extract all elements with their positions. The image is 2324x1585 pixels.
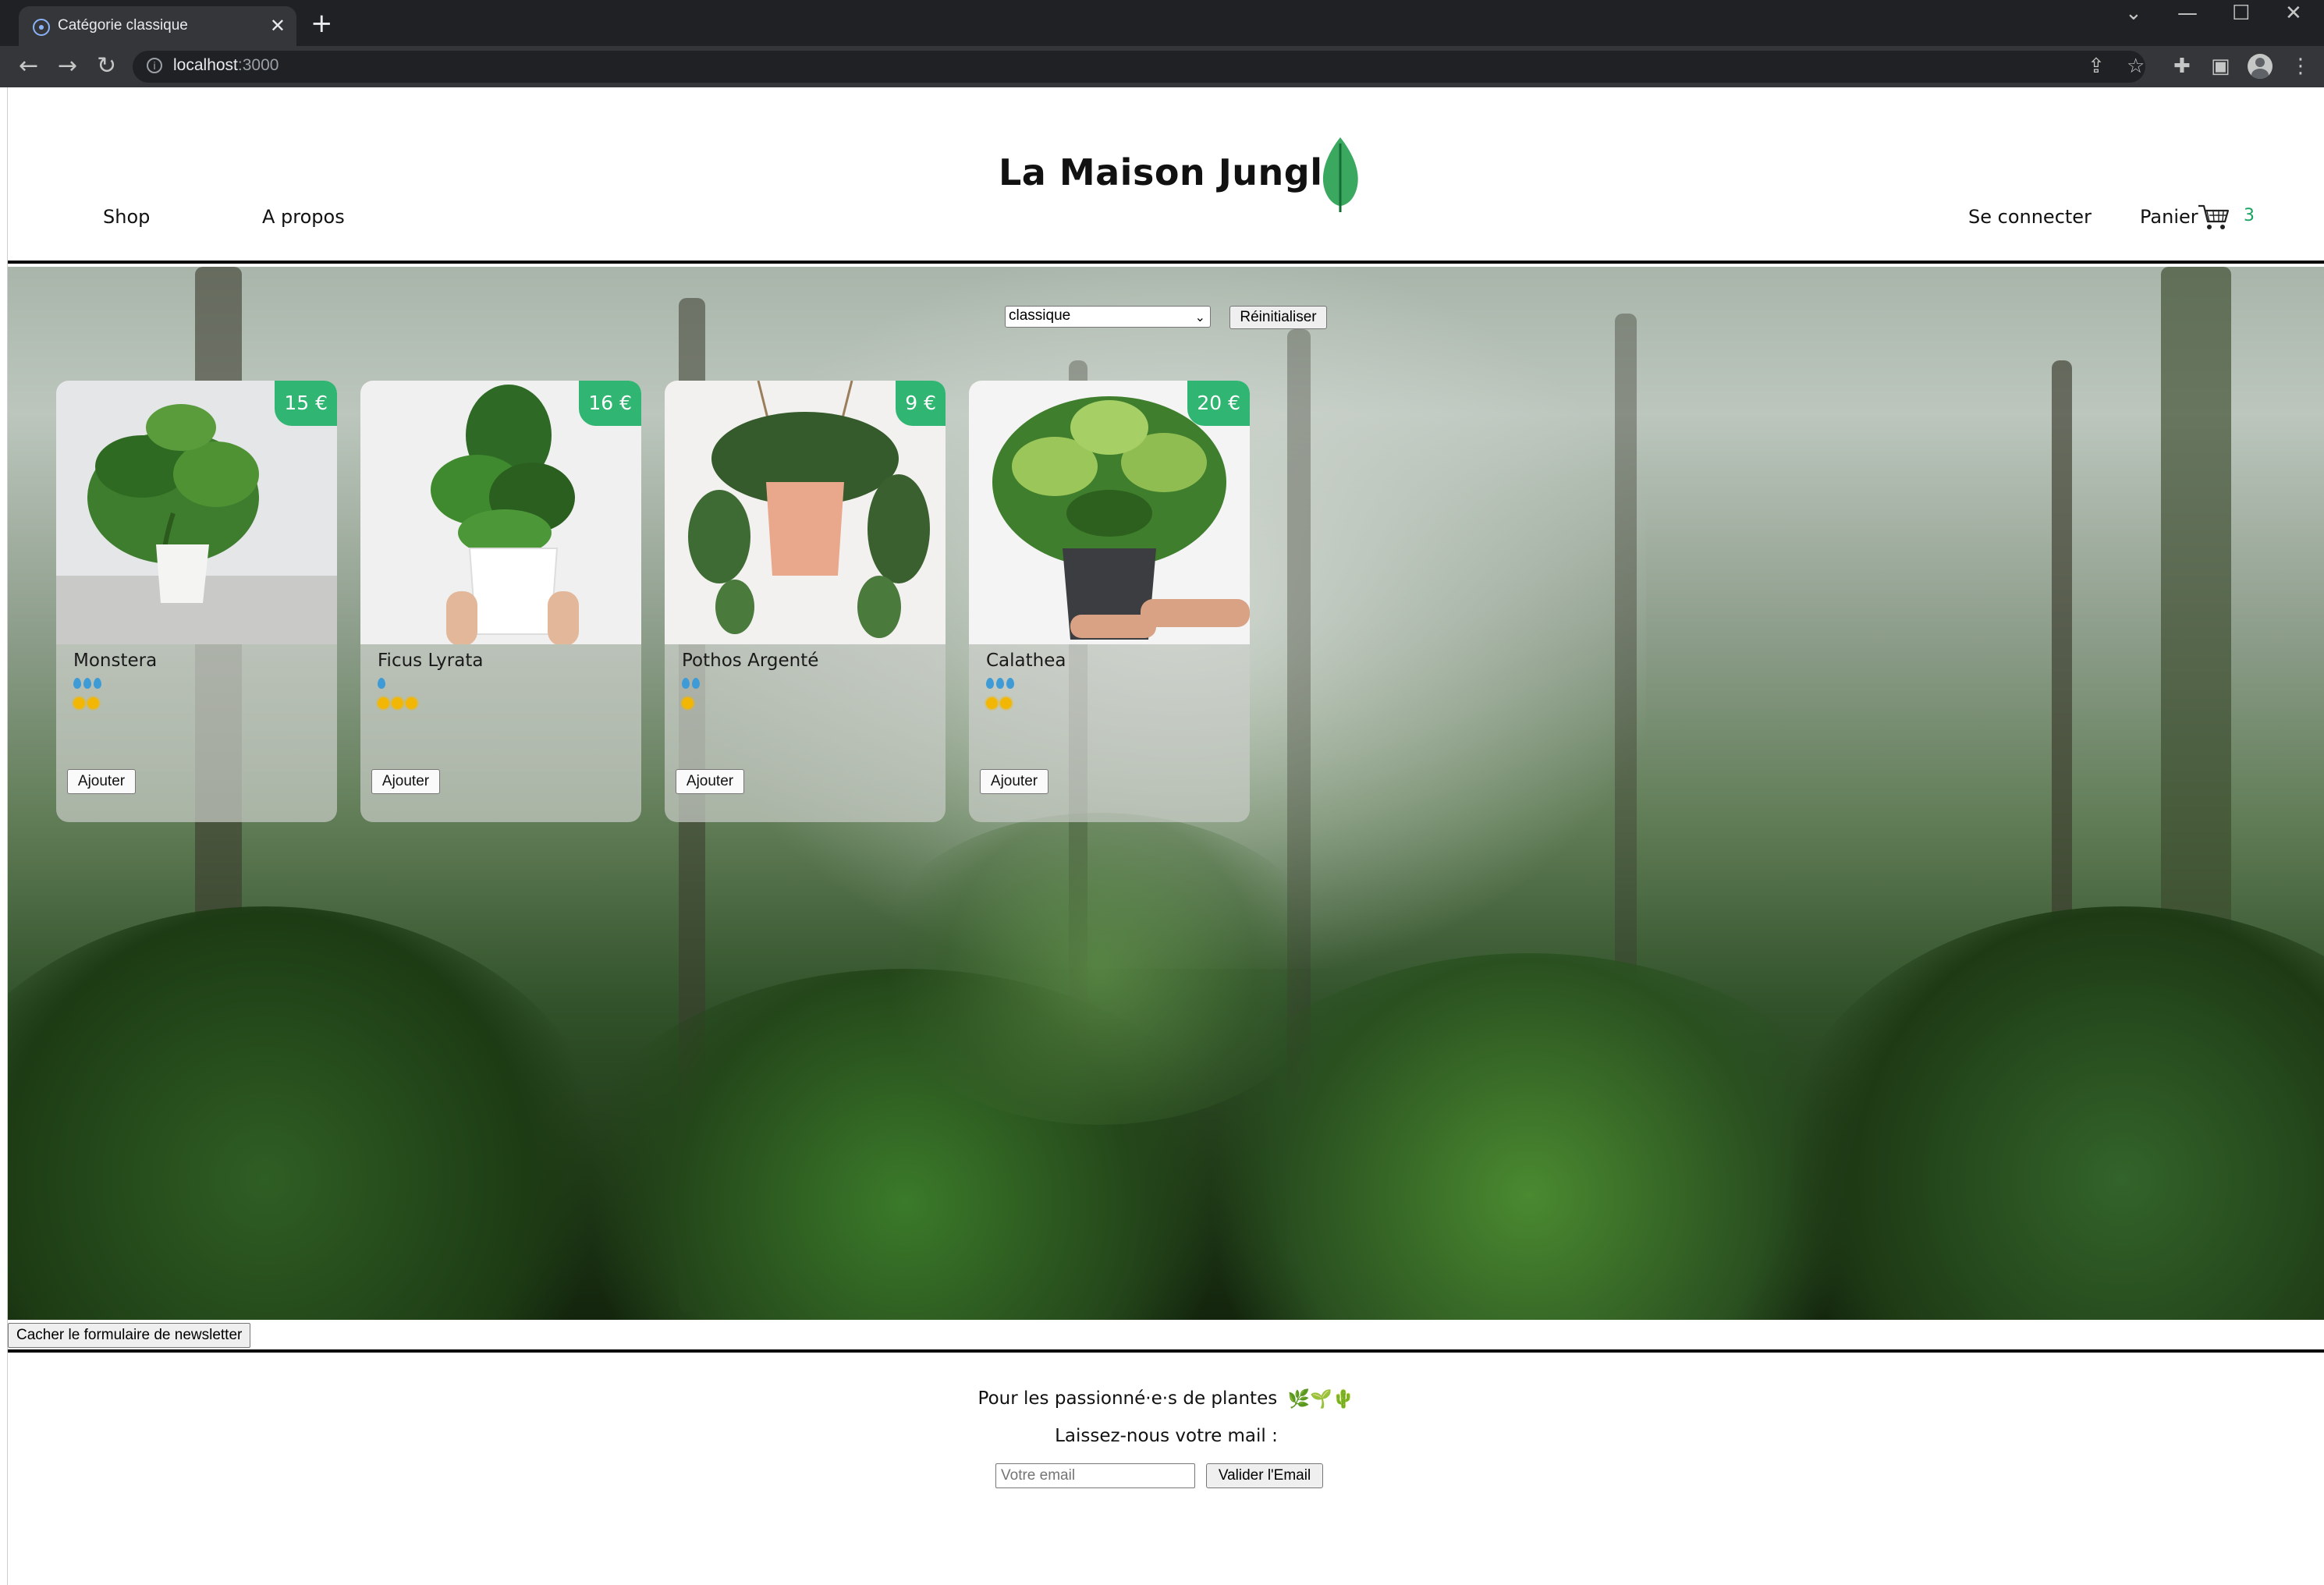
site-header: La Maison Jungle Shop A propos Se connec…	[8, 87, 2324, 264]
chevron-down-icon: ⌄	[1194, 311, 1205, 324]
light-scale	[986, 697, 1014, 714]
water-scale	[986, 677, 1017, 693]
url-text: localhost:3000	[173, 56, 279, 74]
price-badge: 20 €	[1187, 381, 1250, 426]
category-select[interactable]: classique ⌄	[1005, 306, 1211, 328]
plant-card: 9 € Pothos Argenté Ajouter	[665, 381, 946, 822]
plant-card: 15 € Monstera Ajouter	[56, 381, 337, 822]
back-icon[interactable]: ←	[19, 52, 38, 80]
cart-label[interactable]: Panier	[2140, 206, 2198, 228]
plant-name: Pothos Argenté	[682, 651, 819, 671]
add-to-cart-button[interactable]: Ajouter	[676, 769, 744, 794]
browser-toolbar: ← → ↻ i localhost:3000 ⇪ ☆ ✚ ▣ ⋮	[0, 46, 2324, 87]
jungle-background: classique ⌄ Réinitialiser 15 € Monstera …	[8, 267, 2324, 1320]
menu-kebab-icon[interactable]: ⋮	[2290, 54, 2311, 79]
page: La Maison Jungle Shop A propos Se connec…	[7, 87, 2324, 1585]
address-bar[interactable]: i localhost:3000	[133, 51, 2145, 83]
water-scale	[378, 677, 388, 693]
brand-title: La Maison Jungle	[999, 151, 1348, 193]
reset-button[interactable]: Réinitialiser	[1229, 306, 1327, 329]
add-to-cart-button[interactable]: Ajouter	[67, 769, 136, 794]
nav-shop-link[interactable]: Shop	[103, 206, 150, 228]
forward-icon[interactable]: →	[58, 52, 77, 80]
add-to-cart-button[interactable]: Ajouter	[980, 769, 1048, 794]
newsletter-title: Pour les passionné·e·s de plantes 🌿🌱🌵	[8, 1388, 2324, 1409]
extensions-icon[interactable]: ✚	[2173, 54, 2191, 79]
site-info-icon[interactable]: i	[147, 58, 162, 73]
maximize-icon[interactable]: ☐	[2232, 2, 2250, 25]
light-scale	[73, 697, 101, 714]
login-link[interactable]: Se connecter	[1968, 206, 2092, 228]
footer-divider	[8, 1349, 2324, 1353]
light-scale	[378, 697, 420, 714]
light-scale	[682, 697, 696, 714]
leaf-logo-icon	[1322, 137, 1358, 212]
close-window-icon[interactable]: ✕	[2285, 2, 2302, 25]
water-drop-icon	[94, 678, 101, 689]
share-icon[interactable]: ⇪	[2088, 54, 2105, 79]
plant-name: Calathea	[986, 651, 1066, 671]
bookmark-star-icon[interactable]: ☆	[2127, 54, 2145, 79]
email-input[interactable]: Votre email	[995, 1463, 1195, 1488]
price-badge: 16 €	[579, 381, 641, 426]
validate-email-button[interactable]: Valider l'Email	[1206, 1463, 1323, 1488]
hide-newsletter-button[interactable]: Cacher le formulaire de newsletter	[8, 1323, 251, 1348]
price-badge: 9 €	[896, 381, 946, 426]
water-drop-icon	[692, 678, 700, 689]
react-favicon-icon	[33, 19, 50, 36]
side-panel-icon[interactable]: ▣	[2211, 54, 2230, 79]
sun-icon	[682, 697, 694, 709]
newsletter-title-text: Pour les passionné·e·s de plantes	[977, 1388, 1278, 1409]
plant-emoji-icons: 🌿🌱🌵	[1287, 1389, 1355, 1409]
water-drop-icon	[378, 678, 385, 689]
sun-icon	[986, 697, 998, 709]
plant-name: Ficus Lyrata	[378, 651, 484, 671]
foliage	[8, 906, 616, 1320]
cart-icon[interactable]	[2197, 203, 2230, 231]
water-drop-icon	[1006, 678, 1014, 689]
category-select-value: classique	[1009, 307, 1071, 324]
sun-icon	[378, 697, 389, 709]
plant-card: 16 € Ficus Lyrata Ajouter	[360, 381, 641, 822]
sun-icon	[392, 697, 403, 709]
sun-icon	[87, 697, 99, 709]
sun-icon	[73, 697, 85, 709]
water-scale	[682, 677, 702, 693]
tab-title: Catégorie classique	[58, 17, 188, 34]
price-badge: 15 €	[275, 381, 337, 426]
newsletter-subtitle: Laissez-nous votre mail :	[1055, 1426, 1278, 1446]
tab-close-icon[interactable]: ✕	[270, 14, 286, 37]
sun-icon	[1000, 697, 1012, 709]
water-drop-icon	[996, 678, 1004, 689]
water-drop-icon	[73, 678, 81, 689]
new-tab-icon[interactable]: +	[310, 9, 333, 37]
reload-icon[interactable]: ↻	[97, 52, 116, 80]
cart-count-badge: 3	[2244, 206, 2255, 225]
water-drop-icon	[682, 678, 690, 689]
water-scale	[73, 677, 104, 693]
browser-tab[interactable]: Catégorie classique ✕	[19, 6, 296, 46]
plant-card: 20 € Calathea Ajouter	[969, 381, 1250, 822]
tab-search-icon[interactable]: ⌄	[2125, 2, 2142, 25]
water-drop-icon	[986, 678, 994, 689]
sun-icon	[406, 697, 417, 709]
plant-name: Monstera	[73, 651, 158, 671]
nav-about-link[interactable]: A propos	[262, 206, 345, 228]
browser-titlebar: Catégorie classique ✕ + ⌄ — ☐ ✕	[0, 0, 2324, 46]
water-drop-icon	[83, 678, 91, 689]
foliage	[866, 813, 1334, 1125]
profile-avatar-icon[interactable]	[2248, 54, 2273, 79]
foliage	[1771, 906, 2324, 1320]
minimize-icon[interactable]: —	[2177, 2, 2198, 25]
add-to-cart-button[interactable]: Ajouter	[371, 769, 440, 794]
